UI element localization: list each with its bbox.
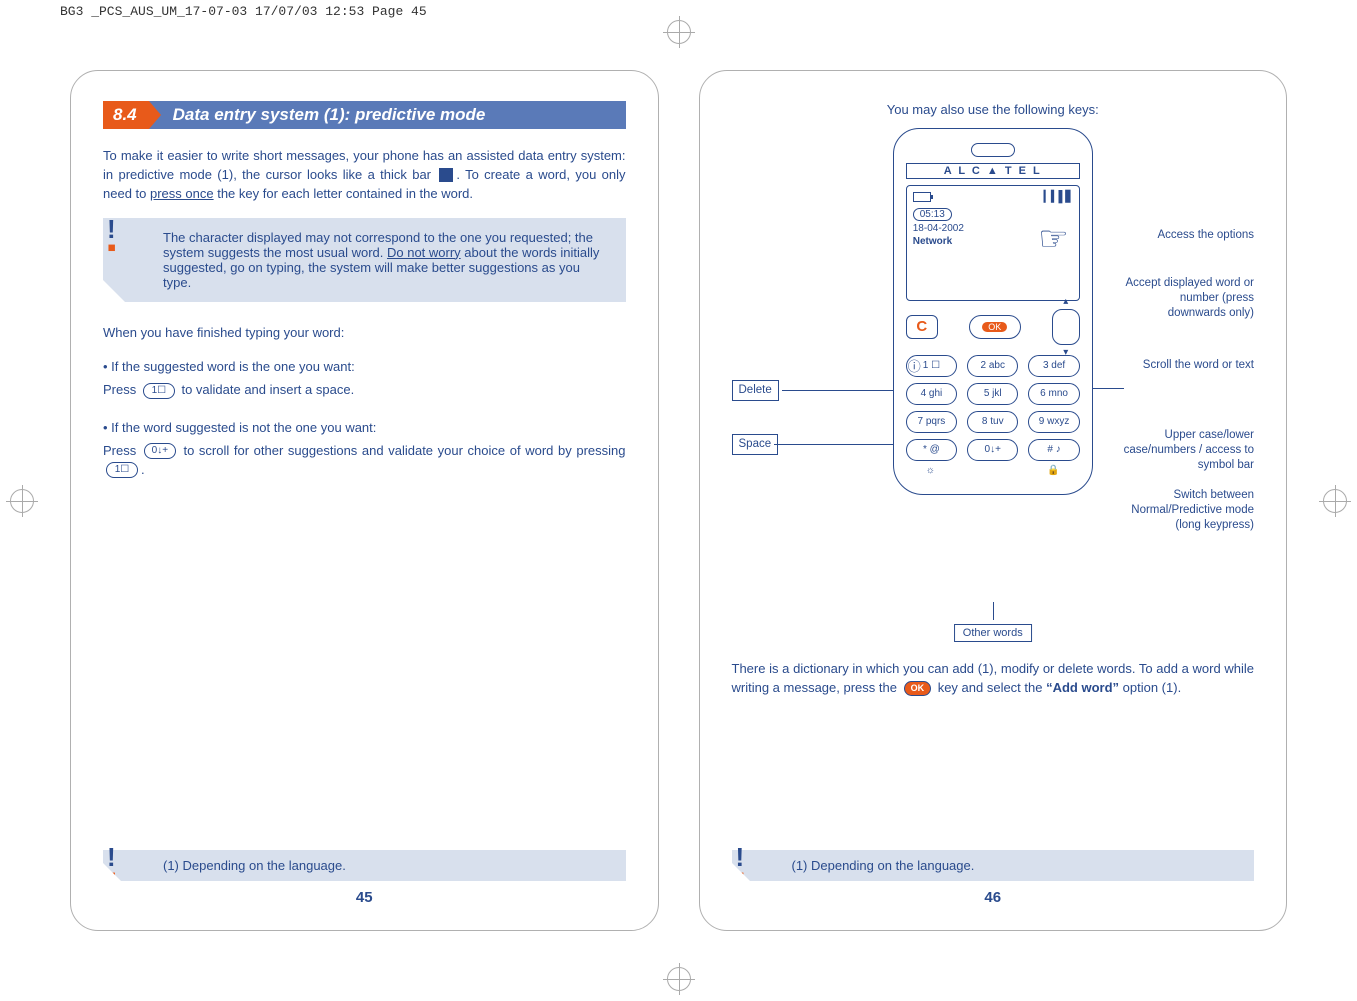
bullet-2-title: • If the word suggested is not the one y… <box>103 419 626 438</box>
key-0: 0↓+ <box>967 439 1018 461</box>
phone-diagram: Delete Space Access the options Accept d… <box>732 128 1255 648</box>
registration-mark-top <box>667 20 691 44</box>
callout-delete: Delete <box>732 380 779 401</box>
hand-icon: ☞ <box>1038 222 1068 256</box>
key-4: 4 ghi <box>906 383 957 405</box>
intro-text-c: the key for each letter contained in the… <box>214 186 473 201</box>
bullet-2-action: Press 0↓+ to scroll for other suggestion… <box>103 442 626 480</box>
page-number-left: 45 <box>103 889 626 906</box>
registration-mark-left <box>10 489 34 513</box>
sun-icon: ☼ <box>926 465 935 476</box>
callout-other-words: Other words <box>954 624 1032 642</box>
thick-bar-icon <box>439 168 453 182</box>
section-number: 8.4 <box>103 101 149 129</box>
key-0-icon: 0↓+ <box>144 443 176 459</box>
registration-mark-bottom <box>667 967 691 991</box>
folded-corner-icon <box>103 863 121 881</box>
callout-space-label: Space <box>732 434 779 455</box>
battery-icon <box>913 192 931 202</box>
section-header: 8.4 Data entry system (1): predictive mo… <box>103 101 626 129</box>
print-header: BG3 _PCS_AUS_UM_17-07-03 17/07/03 12:53 … <box>60 4 427 19</box>
callout-delete-label: Delete <box>732 380 779 401</box>
bullet-1-action: Press 1☐ to validate and insert a space. <box>103 381 626 400</box>
footnote-right: !▪ (1) Depending on the language. <box>732 850 1255 881</box>
lock-icon: 🔒 <box>1047 465 1059 476</box>
brand-label: A L C ▲ T E L <box>906 163 1080 179</box>
folded-corner-icon <box>732 863 750 881</box>
key-2: 2 abc <box>967 355 1018 377</box>
callout-upper: Upper case/lower case/numbers / access t… <box>1114 428 1254 473</box>
callout-switch: Switch between Normal/Predictive mode (l… <box>1114 488 1254 533</box>
key-5: 5 jkl <box>967 383 1018 405</box>
right-page-title: You may also use the following keys: <box>732 101 1255 120</box>
nav-key <box>1052 309 1080 345</box>
info-callout: !▪ The character displayed may not corre… <box>103 218 626 302</box>
b1-after: to validate and insert a space. <box>178 382 354 397</box>
key-3: 3 def <box>1028 355 1079 377</box>
double-page-spread: 8.4 Data entry system (1): predictive mo… <box>70 70 1287 931</box>
footnote-left: !▪ (1) Depending on the language. <box>103 850 626 881</box>
leader-line <box>774 444 912 445</box>
intro-paragraph: To make it easier to write short message… <box>103 147 626 204</box>
key-8: 8 tuv <box>967 411 1018 433</box>
info-do-not-worry: Do not worry <box>387 245 461 260</box>
key-1-icon-2: 1☐ <box>106 462 138 478</box>
key-1-icon: 1☐ <box>143 383 175 399</box>
earpiece-icon <box>971 143 1015 157</box>
section-title: Data entry system (1): predictive mode <box>149 101 626 129</box>
screen-time: 05:13 <box>913 208 952 221</box>
dict-b: key and select the <box>934 680 1046 695</box>
b1-press: Press <box>103 382 140 397</box>
registration-mark-right <box>1323 489 1347 513</box>
key-6: 6 mno <box>1028 383 1079 405</box>
footnote-text: (1) Depending on the language. <box>163 858 346 873</box>
page-right: You may also use the following keys: Del… <box>699 70 1288 931</box>
b2-after: to scroll for other suggestions and vali… <box>179 443 626 458</box>
page-number-right: 46 <box>732 889 1255 906</box>
dict-add-word: “Add word” <box>1046 680 1119 695</box>
footnote-text: (1) Depending on the language. <box>792 858 975 873</box>
leader-line <box>993 602 994 620</box>
callout-accept: Accept displayed word or number (press d… <box>1124 276 1254 321</box>
phone-illustration: A L C ▲ T E L ▎▍▌▋ 05:13 18-04-2002 Netw… <box>893 128 1093 495</box>
ok-key-icon: OK <box>904 681 932 696</box>
page-left: 8.4 Data entry system (1): predictive mo… <box>70 70 659 931</box>
folded-corner-icon <box>103 280 125 302</box>
dict-c: option (1). <box>1119 680 1181 695</box>
when-finished-heading: When you have finished typing your word: <box>103 324 626 343</box>
dictionary-paragraph: There is a dictionary in which you can a… <box>732 660 1255 698</box>
key-star: * @ <box>906 439 957 461</box>
key-7: 7 pqrs <box>906 411 957 433</box>
callout-scroll: Scroll the word or text <box>1124 358 1254 373</box>
keypad: 1 ☐ 2 abc 3 def 4 ghi 5 jkl 6 mno 7 pqrs… <box>906 355 1080 461</box>
intro-press-once: press once <box>150 186 214 201</box>
signal-icon: ▎▍▌▋ <box>1044 190 1073 203</box>
phone-screen: ▎▍▌▋ 05:13 18-04-2002 Network ☞ <box>906 185 1080 301</box>
ok-key: OK <box>969 315 1021 339</box>
key-hash: # ♪ <box>1028 439 1079 461</box>
callout-space: Space <box>732 434 779 455</box>
callout-access-options: Access the options <box>1124 228 1254 243</box>
exclamation-icon: !▪ <box>107 220 116 256</box>
page-wrapper: BG3 _PCS_AUS_UM_17-07-03 17/07/03 12:53 … <box>0 0 1357 1001</box>
power-icon: ⓘ <box>908 356 921 375</box>
c-key: C <box>906 315 938 339</box>
bullet-1-title: • If the suggested word is the one you w… <box>103 358 626 377</box>
b2-press: Press <box>103 443 141 458</box>
key-9: 9 wxyz <box>1028 411 1079 433</box>
